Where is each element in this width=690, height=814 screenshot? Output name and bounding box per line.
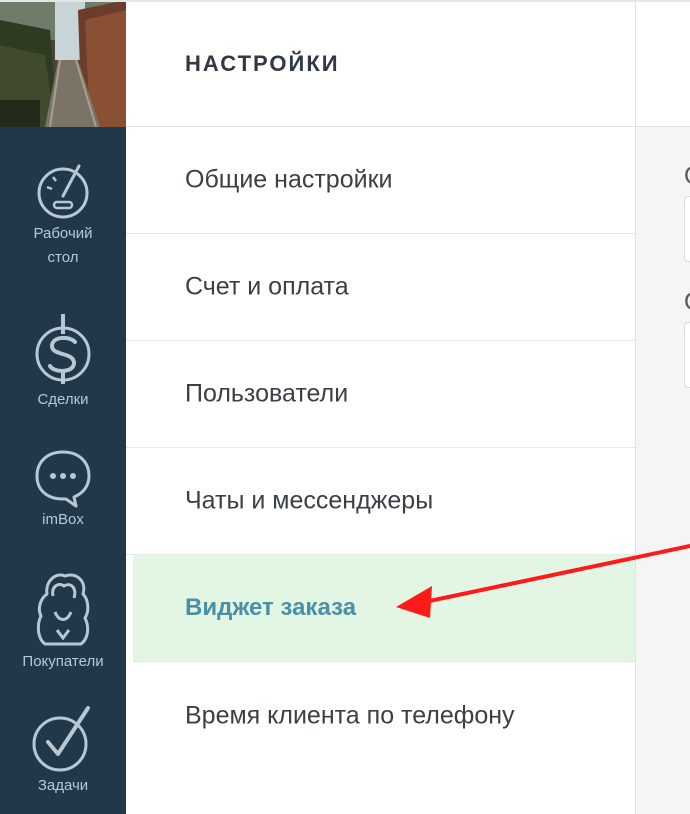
dollar-icon <box>35 314 91 384</box>
text-field[interactable] <box>684 196 690 262</box>
settings-header: НАСТРОЙКИ <box>126 0 635 127</box>
main-sidebar: Рабочий стол Сделки imBox Покупатели Зад… <box>0 0 126 814</box>
menu-item-label: Чаты и мессенджеры <box>185 486 434 515</box>
text-field[interactable] <box>684 322 690 388</box>
sidebar-item-tasks[interactable]: Задачи <box>0 702 126 798</box>
sidebar-item-imbox[interactable]: imBox <box>0 448 126 532</box>
settings-content-area: О О <box>635 0 690 814</box>
sidebar-item-label: Рабочий стол <box>33 225 93 266</box>
settings-menu-billing[interactable]: Счет и оплата <box>126 234 635 341</box>
sidebar-item-deals[interactable]: Сделки <box>0 310 126 412</box>
settings-menu-users[interactable]: Пользователи <box>126 341 635 448</box>
menu-item-label: Общие настройки <box>185 165 393 194</box>
top-divider <box>0 0 690 2</box>
form-label: О <box>684 288 690 317</box>
settings-menu-order-widget[interactable]: Виджет заказа <box>133 555 635 662</box>
page-title: НАСТРОЙКИ <box>185 51 340 76</box>
check-circle-icon <box>32 706 90 772</box>
sidebar-item-label: Покупатели <box>22 653 104 670</box>
sidebar-item-label: Задачи <box>37 777 89 794</box>
settings-menu-chats[interactable]: Чаты и мессенджеры <box>126 448 635 555</box>
cover-photo-image <box>0 0 126 127</box>
customers-icon <box>36 573 90 646</box>
menu-item-label: Пользователи <box>185 379 349 408</box>
settings-panel: НАСТРОЙКИ Общие настройки Счет и оплата … <box>126 0 635 814</box>
user-cover-photo[interactable] <box>0 0 126 127</box>
sidebar-item-dashboard[interactable]: Рабочий стол <box>0 160 126 270</box>
sidebar-item-label: imBox <box>42 511 84 528</box>
settings-menu-client-time[interactable]: Время клиента по телефону <box>126 662 635 769</box>
chat-bubble-icon <box>35 450 91 508</box>
dashboard-gauge-icon <box>37 164 89 219</box>
form-label: О <box>684 162 690 191</box>
content-header <box>636 0 690 127</box>
menu-item-label: Виджет заказа <box>185 594 357 621</box>
sidebar-item-customers[interactable]: Покупатели <box>0 568 126 674</box>
sidebar-item-label: Сделки <box>37 391 89 408</box>
menu-item-label: Счет и оплата <box>185 272 349 301</box>
menu-item-label: Время клиента по телефону <box>185 701 515 729</box>
settings-menu-general[interactable]: Общие настройки <box>126 127 635 234</box>
